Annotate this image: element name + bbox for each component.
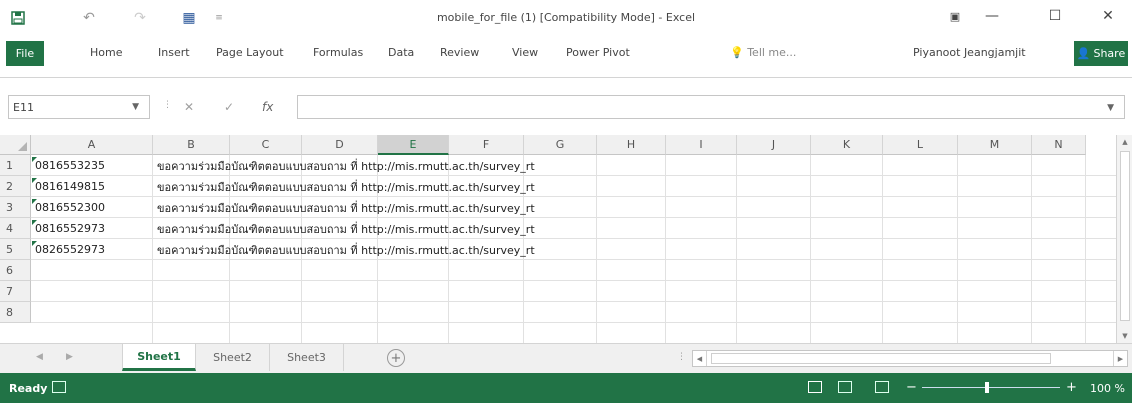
horizontal-scrollbar[interactable]: ◀ ▶: [692, 350, 1128, 367]
more-options-icon[interactable]: ⋮: [677, 352, 686, 362]
vertical-scrollbar[interactable]: ▲ ▼: [1116, 135, 1132, 343]
zoom-slider-thumb[interactable]: [985, 382, 989, 393]
select-all-button[interactable]: [0, 135, 31, 155]
column-header-m[interactable]: M: [958, 135, 1032, 155]
tab-data[interactable]: Data: [388, 46, 414, 59]
column-header-g[interactable]: G: [524, 135, 597, 155]
worksheet-grid[interactable]: ABCDEFGHIJKLMN 12345678 0816553235 ขอความ…: [0, 135, 1132, 343]
ribbon-display-icon[interactable]: ▣: [935, 0, 975, 32]
tab-power-pivot[interactable]: Power Pivot: [566, 46, 630, 59]
row-header-4[interactable]: 4: [0, 218, 31, 239]
sheet-tab-sheet2[interactable]: Sheet2: [196, 344, 270, 371]
scrollbar-thumb[interactable]: [711, 353, 1051, 364]
tab-view[interactable]: View: [512, 46, 538, 59]
page-break-view-icon[interactable]: [875, 381, 889, 393]
row-header-6[interactable]: 6: [0, 260, 31, 281]
tab-formulas[interactable]: Formulas: [313, 46, 363, 59]
sheet-tab-bar: ◀ ▶ Sheet1 Sheet2 Sheet3 + ⋮ ◀ ▶: [0, 343, 1132, 373]
column-header-e[interactable]: E: [378, 135, 449, 155]
cell-b1[interactable]: ขอความร่วมมือบัณฑิตตอบแบบสอบถาม ที่ http…: [153, 156, 535, 175]
add-sheet-button[interactable]: +: [387, 349, 405, 367]
formula-input[interactable]: ▼: [297, 95, 1125, 119]
chevron-down-icon[interactable]: ▼: [132, 102, 139, 112]
title-bar: ↶ ↷ ▦ ≡ mobile_for_file (1) [Compatibili…: [0, 0, 1132, 38]
column-header-i[interactable]: I: [666, 135, 737, 155]
column-header-f[interactable]: F: [449, 135, 524, 155]
cell-a2[interactable]: 0816149815: [31, 177, 105, 196]
scroll-down-icon[interactable]: ▼: [1117, 329, 1132, 343]
cell-a5[interactable]: 0826552973: [31, 240, 105, 259]
cell-b5[interactable]: ขอความร่วมมือบัณฑิตตอบแบบสอบถาม ที่ http…: [153, 240, 535, 259]
column-header-l[interactable]: L: [883, 135, 958, 155]
zoom-out-icon[interactable]: −: [906, 380, 917, 395]
user-name[interactable]: Piyanoot Jeangjamjit: [913, 46, 1026, 59]
row-header-1[interactable]: 1: [0, 155, 31, 176]
sheet-tab-sheet3[interactable]: Sheet3: [270, 344, 344, 371]
macro-record-icon[interactable]: [52, 381, 66, 393]
status-bar: Ready − + 100 %: [0, 373, 1132, 403]
cancel-icon[interactable]: ✕: [184, 100, 194, 114]
close-button[interactable]: ✕: [1088, 0, 1128, 32]
cell-a3[interactable]: 0816552300: [31, 198, 105, 217]
more-options-icon[interactable]: ⋮: [163, 100, 172, 110]
column-header-a[interactable]: A: [31, 135, 153, 155]
enter-icon[interactable]: ✓: [224, 100, 234, 114]
row-header-7[interactable]: 7: [0, 281, 31, 302]
share-label: Share: [1093, 47, 1126, 60]
ribbon-tabs: File Home Insert Page Layout Formulas Da…: [0, 38, 1132, 78]
name-box-value: E11: [13, 100, 34, 114]
insert-function-icon[interactable]: fx: [262, 100, 273, 114]
cell-b4[interactable]: ขอความร่วมมือบัณฑิตตอบแบบสอบถาม ที่ http…: [153, 219, 535, 238]
tab-page-layout[interactable]: Page Layout: [216, 46, 284, 59]
prev-sheet-icon[interactable]: ◀: [36, 352, 43, 362]
column-header-k[interactable]: K: [811, 135, 883, 155]
tab-insert[interactable]: Insert: [158, 46, 190, 59]
column-header-c[interactable]: C: [230, 135, 302, 155]
scroll-right-icon[interactable]: ▶: [1113, 351, 1127, 366]
share-button[interactable]: 👤 Share: [1074, 41, 1128, 66]
row-header-3[interactable]: 3: [0, 197, 31, 218]
cell-a1[interactable]: 0816553235: [31, 156, 105, 175]
row-header-8[interactable]: 8: [0, 302, 31, 323]
cell-b3[interactable]: ขอความร่วมมือบัณฑิตตอบแบบสอบถาม ที่ http…: [153, 198, 535, 217]
scroll-up-icon[interactable]: ▲: [1117, 135, 1132, 149]
row-header-5[interactable]: 5: [0, 239, 31, 260]
tab-review[interactable]: Review: [440, 46, 479, 59]
column-header-h[interactable]: H: [597, 135, 666, 155]
column-header-n[interactable]: N: [1032, 135, 1086, 155]
next-sheet-icon[interactable]: ▶: [66, 352, 73, 362]
zoom-slider[interactable]: [922, 387, 1060, 388]
column-header-j[interactable]: J: [737, 135, 811, 155]
row-header-2[interactable]: 2: [0, 176, 31, 197]
person-icon: 👤: [1076, 47, 1091, 60]
scroll-left-icon[interactable]: ◀: [693, 351, 707, 366]
excel-window: ↶ ↷ ▦ ≡ mobile_for_file (1) [Compatibili…: [0, 0, 1132, 403]
column-header-d[interactable]: D: [302, 135, 378, 155]
sheet-tab-sheet1[interactable]: Sheet1: [122, 344, 196, 371]
maximize-button[interactable]: ☐: [1035, 0, 1075, 32]
status-ready: Ready: [9, 382, 48, 395]
minimize-button[interactable]: —: [972, 0, 1012, 32]
page-layout-view-icon[interactable]: [838, 381, 852, 393]
scrollbar-thumb[interactable]: [1120, 151, 1130, 321]
formula-bar: E11 ▼ ⋮ ✕ ✓ fx ▼: [0, 92, 1132, 122]
tab-home[interactable]: Home: [90, 46, 122, 59]
cell-b2[interactable]: ขอความร่วมมือบัณฑิตตอบแบบสอบถาม ที่ http…: [153, 177, 535, 196]
tell-me-box[interactable]: 💡 Tell me...: [730, 46, 796, 59]
column-header-b[interactable]: B: [153, 135, 230, 155]
cell-a4[interactable]: 0816552973: [31, 219, 105, 238]
tell-me-label: Tell me...: [747, 46, 797, 59]
normal-view-icon[interactable]: [808, 381, 822, 393]
tab-file[interactable]: File: [6, 41, 44, 66]
zoom-in-icon[interactable]: +: [1066, 380, 1077, 395]
zoom-level[interactable]: 100 %: [1090, 382, 1125, 395]
name-box[interactable]: E11 ▼: [8, 95, 150, 119]
chevron-down-icon[interactable]: ▼: [1107, 103, 1114, 113]
lightbulb-icon: 💡: [730, 46, 744, 59]
